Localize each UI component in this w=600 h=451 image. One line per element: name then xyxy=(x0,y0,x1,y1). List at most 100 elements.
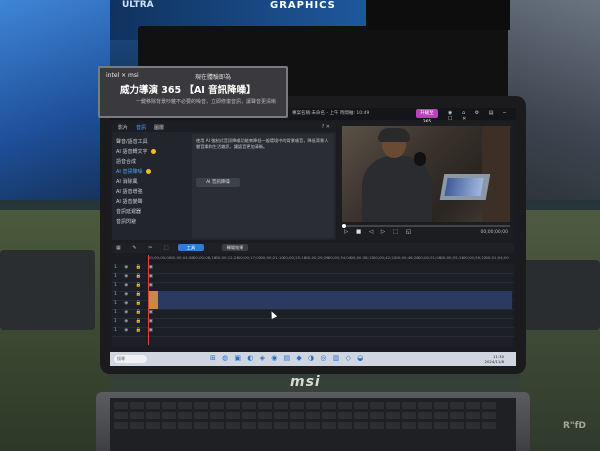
sidebar-item-label: 音訊閃避 xyxy=(116,219,137,225)
taskbar-search[interactable]: 搜尋 xyxy=(114,355,147,363)
sidebar-item-label: AI 消除風 xyxy=(116,179,138,185)
window-controls[interactable]: ◉ ⌂ ⚙ ▤ ─ ☐ ✕ xyxy=(448,110,516,122)
progress-knob[interactable] xyxy=(342,224,346,228)
windows-taskbar: 搜尋 ⊞ ◍ ▣ ◐ ◈ ◉ ▤ ◆ ◑ ◎ ▥ ◇ ◒ 11:30 2024/… xyxy=(110,352,516,366)
booth-wall-left xyxy=(0,0,110,200)
tab-audio[interactable]: 音訊 xyxy=(136,124,146,131)
ruler-tick: 00;00;51;06 xyxy=(418,255,442,260)
tools-button[interactable]: 工具 xyxy=(178,244,204,251)
tab-video[interactable]: 影片 xyxy=(118,124,128,131)
ruler-tick: 00;00;29;26 xyxy=(305,255,329,260)
ruler-tick: 00;00;12;24 xyxy=(215,255,239,260)
display-table-left xyxy=(0,210,110,451)
ruler-tick: 00;00;38;12 xyxy=(350,255,374,260)
ruler-tick: 00;00;17;02 xyxy=(238,255,262,260)
panel-help-close-icons[interactable]: ? ✕ xyxy=(322,124,330,130)
ruler-tick: 00;00;42;20 xyxy=(373,255,397,260)
track-controls[interactable]: 1 ◉ 🔒 ▣ xyxy=(114,328,156,333)
sidebar-item-label: 語音合成 xyxy=(116,159,137,165)
video-person-body xyxy=(362,156,432,222)
clip-thumbnail[interactable] xyxy=(148,291,158,309)
track-controls[interactable]: 1 ◉ 🔒 ▣ xyxy=(114,283,156,288)
video-person-cap xyxy=(378,128,410,142)
laptop-keyboard xyxy=(110,398,516,451)
new-badge-icon xyxy=(150,149,156,154)
timeline-toolbar: ▦ ✎ ✂ ⬚ ▣ 工具 轉場效果 xyxy=(112,243,514,253)
transitions-button[interactable]: 轉場效果 xyxy=(222,244,248,251)
tool-description: 使用 AI 強制式音訊降噪功能來降低一般環境中的背景噪音，降低背景人聲音樂和生活… xyxy=(196,138,329,149)
video-laptop-screen xyxy=(444,178,484,196)
keyboard-row xyxy=(114,412,496,419)
track-controls[interactable]: 1 ◉ 🔒 ▣ xyxy=(114,265,156,270)
sign-title: 威力導演 365 【AI 音訊降噪】 xyxy=(120,85,256,96)
video-frame xyxy=(342,126,510,222)
ruler-tick: 00;00;59;22 xyxy=(463,255,487,260)
sidebar-item-audio-delay[interactable]: 音訊延遲器 xyxy=(116,208,141,215)
sign-tagline: 現在體驗即為 xyxy=(195,74,232,81)
ruler-tick: 00;00;04;08 xyxy=(170,255,194,260)
video-clip[interactable] xyxy=(148,291,512,300)
timeline-tracks: 1 ◉ 🔒 ▣ 1 ◉ 🔒 ▣ 1 ◉ 🔒 ▣ 1 ◉ 🔒 ▣ 1 ◉ 🔒 ▣ … xyxy=(112,264,514,346)
tab-layer[interactable]: 圖層 xyxy=(154,124,164,131)
taskbar-app-icons[interactable]: ⊞ ◍ ▣ ◐ ◈ ◉ ▤ ◆ ◑ ◎ ▥ ◇ ◒ xyxy=(210,354,365,362)
timeline-playhead[interactable] xyxy=(148,255,149,345)
watermark: R"fD xyxy=(562,421,586,431)
keyboard-row xyxy=(114,422,496,429)
sidebar-item-voice-enhance[interactable]: AI 語音增強 xyxy=(116,188,143,195)
track-controls[interactable]: 1 ◉ 🔒 ▣ xyxy=(114,310,156,315)
sidebar-item-tts[interactable]: 語音合成 xyxy=(116,158,136,165)
sidebar-item-label: AI 語音變聲 xyxy=(116,199,143,205)
tool-content: 使用 AI 強制式音訊降噪功能來降低一般環境中的背景噪音，降低背景人聲音樂和生活… xyxy=(192,134,334,238)
audio-clip[interactable] xyxy=(148,300,512,309)
banner-text-left: ULTRA xyxy=(122,0,154,10)
upgrade-button[interactable]: 升級至 365 xyxy=(416,109,438,125)
laptop-screen: 檔案 編輯 工具 檢視 說明 匯入 專案名稱:未命名 - 上午 時間軸: 10:… xyxy=(110,108,516,366)
sign-subtitle: 一鍵移除背景吵雜不必要的噪音，立即修復音訊，讓聲音更清晰 xyxy=(136,99,277,105)
sidebar-item-label: 音訊延遲器 xyxy=(116,209,142,215)
sidebar-item-label: AI 語音轉文字 xyxy=(116,149,148,155)
sidebar-item-noise-reduction[interactable]: AI 音訊降噪 xyxy=(116,168,151,175)
ruler-tick: 00;00;21;10 xyxy=(260,255,284,260)
video-microphone xyxy=(414,152,426,166)
side-laptop-left xyxy=(0,250,95,330)
sidebar-item-speech-to-text[interactable]: AI 語音轉文字 xyxy=(116,148,156,155)
track-controls[interactable]: 1 ◉ 🔒 ▣ xyxy=(114,274,156,279)
playback-controls[interactable]: ▷ ■ ◁ ▷ ⬚ ◱ xyxy=(344,229,414,235)
noise-reduction-button[interactable]: AI 音訊降噪 xyxy=(196,178,240,187)
banner-text-right: GRAPHICS xyxy=(270,0,336,11)
taskbar-clock[interactable]: 11:30 2024/11/8 xyxy=(485,354,504,364)
ruler-tick: 00;00;25;18 xyxy=(283,255,307,260)
sidebar-item-wind-removal[interactable]: AI 消除風 xyxy=(116,178,138,185)
msi-logo: msi xyxy=(290,374,321,390)
playback-progress[interactable] xyxy=(342,224,510,228)
clock-date: 2024/11/8 xyxy=(484,359,504,364)
tool-sidebar: 聲音/語音工具 AI 語音轉文字 語音合成 AI 音訊降噪 AI 消除風 AI … xyxy=(112,134,190,238)
preview-panel: ▷ ■ ◁ ▷ ⬚ ◱ 00;00;00;00 xyxy=(338,122,514,240)
timeline-ruler[interactable]: 00;00;00;0000;00;04;0800;00;08;1600;00;1… xyxy=(148,255,514,263)
photo-scene: ULTRA GRAPHICS 檔案 編輯 工具 檢視 說明 匯入 專案名稱:未命… xyxy=(0,0,600,451)
keyboard-row xyxy=(114,402,496,409)
side-laptop-right xyxy=(520,260,600,330)
sidebar-item-label: AI 語音增強 xyxy=(116,189,143,195)
sidebar-item-voice-changer[interactable]: AI 語音變聲 xyxy=(116,198,143,205)
sidebar-item-label: 聲音/語音工具 xyxy=(116,139,148,145)
sign-brand: intel × msi xyxy=(106,72,139,79)
sidebar-item-label: AI 音訊降噪 xyxy=(116,169,143,175)
ruler-tick: 00;00;55;14 xyxy=(440,255,464,260)
promo-sign: intel × msi 現在體驗即為 威力導演 365 【AI 音訊降噪】 一鍵… xyxy=(98,66,288,118)
timecode-display: 00;00;00;00 xyxy=(480,230,508,235)
ruler-tick: 00;00;00;00 xyxy=(148,255,172,260)
tool-panel: 影片 音訊 圖層 ? ✕ 聲音/語音工具 AI 語音轉文字 語音合成 AI 音訊… xyxy=(112,122,336,240)
sidebar-item-voice-tools[interactable]: 聲音/語音工具 xyxy=(116,138,148,145)
display-table-right xyxy=(520,210,600,451)
panel-tabs: 影片 音訊 圖層 ? ✕ xyxy=(112,122,336,132)
ruler-tick: 00;01;04;00 xyxy=(485,255,509,260)
new-badge-icon xyxy=(145,169,151,174)
track-controls[interactable]: 1 ◉ 🔒 ▣ xyxy=(114,319,156,324)
ruler-tick: 00;00;08;16 xyxy=(193,255,217,260)
project-title: 專案名稱:未命名 - 上午 時間軸: 10:49 xyxy=(292,111,370,116)
ruler-tick: 00;00;46;28 xyxy=(395,255,419,260)
track-row[interactable]: 1 ◉ 🔒 ▣ xyxy=(112,327,514,337)
sidebar-item-audio-ducking[interactable]: 音訊閃避 xyxy=(116,218,136,225)
background-monitor-2 xyxy=(366,0,510,30)
